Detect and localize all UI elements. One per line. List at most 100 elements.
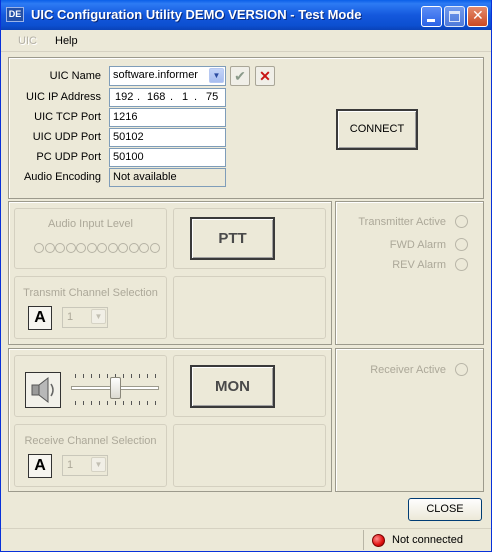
chevron-down-icon: ▼ (91, 457, 106, 472)
slider-tick (99, 401, 100, 405)
ip-address-label: UIC IP Address (26, 91, 101, 103)
ip-octet-4: 75 (206, 91, 219, 103)
uic-name-value: software.informer (113, 69, 198, 81)
confirm-button[interactable]: ✔ (230, 66, 250, 86)
level-dot (128, 243, 139, 253)
slider-tick (107, 401, 108, 405)
slider-tick (99, 374, 100, 378)
audio-input-group: Audio Input Level (14, 208, 167, 269)
menu-uic: UIC (18, 35, 37, 47)
menu-bar: UIC Help (1, 30, 491, 52)
slider-tick (75, 374, 76, 378)
audio-input-label: Audio Input Level (47, 218, 133, 230)
ip-octet-2: 168 (147, 91, 166, 103)
transmit-empty-group (173, 276, 326, 339)
minimize-icon (427, 19, 435, 22)
main-window: DE UIC Configuration Utility DEMO VERSIO… (0, 0, 492, 552)
close-window-button[interactable]: ✕ (467, 6, 488, 27)
ptt-button[interactable]: PTT (190, 217, 275, 260)
level-dot (55, 243, 65, 253)
slider-tick (91, 401, 92, 405)
udp-port-field[interactable]: 50102 (109, 128, 226, 147)
rev-alarm-label: REV Alarm (392, 259, 446, 271)
level-dot (86, 243, 97, 253)
receiver-active-indicator (455, 363, 468, 376)
slider-tick (147, 401, 148, 405)
slider-tick (83, 401, 84, 405)
clear-button[interactable]: ✕ (255, 66, 275, 86)
audio-level-meter (34, 243, 164, 255)
close-icon: ✕ (472, 8, 484, 24)
transmit-channel-group: Transmit Channel Selection A 1 ▼ (14, 276, 167, 339)
slider-tick (131, 401, 132, 405)
slider-tick (147, 374, 148, 378)
chevron-down-icon[interactable]: ▼ (209, 68, 224, 83)
transmit-panel: Audio Input Level PTT Transmit Channel S… (8, 201, 332, 345)
slider-tick (115, 401, 116, 405)
slider-tick (75, 401, 76, 405)
slider-tick (155, 401, 156, 405)
mon-button[interactable]: MON (190, 365, 275, 408)
rev-alarm-indicator (455, 258, 468, 271)
ip-octet-1: 192 (115, 91, 134, 103)
slider-tick (123, 374, 124, 378)
title-bar[interactable]: DE UIC Configuration Utility DEMO VERSIO… (1, 0, 491, 30)
status-bar: Not connected (1, 528, 491, 551)
level-dot (34, 243, 44, 253)
slider-tick (139, 374, 140, 378)
maximize-icon (449, 11, 460, 22)
slider-tick (107, 374, 108, 378)
transmit-channel-number: 1 (67, 311, 74, 323)
fwd-alarm-indicator (455, 238, 468, 251)
level-dot (76, 243, 86, 253)
receiver-status-panel: Receiver Active (335, 348, 484, 492)
audio-encoding-label: Audio Encoding (23, 171, 101, 183)
level-dot (97, 243, 107, 253)
minimize-button[interactable] (421, 6, 442, 27)
tcp-port-label: UIC TCP Port (34, 111, 101, 123)
transmitter-status-panel: Transmitter Active FWD Alarm REV Alarm (335, 201, 484, 345)
ip-octet-3: 1 (182, 91, 189, 103)
slider-tick (131, 374, 132, 378)
fwd-alarm-label: FWD Alarm (389, 239, 446, 251)
level-dot (149, 243, 160, 253)
level-dot (107, 243, 118, 253)
udp-port-label: UIC UDP Port (32, 131, 101, 143)
receive-channel-number: 1 (67, 459, 74, 471)
speaker-button[interactable] (25, 372, 61, 408)
speaker-icon (31, 376, 54, 404)
pc-udp-port-label: PC UDP Port (36, 151, 101, 163)
connection-status-led (372, 534, 385, 547)
slider-tick (155, 374, 156, 378)
slider-tick (139, 401, 140, 405)
ptt-group: PTT (173, 208, 326, 269)
transmitter-active-label: Transmitter Active (358, 216, 446, 228)
chevron-down-icon: ▼ (91, 309, 106, 324)
slider-tick (83, 374, 84, 378)
tcp-port-field[interactable]: 1216 (109, 108, 226, 127)
uic-name-combo[interactable]: software.informer ▼ (109, 66, 226, 86)
app-icon: DE (6, 7, 24, 22)
receiver-active-label: Receiver Active (370, 364, 446, 376)
receive-channel-letter: A (28, 454, 52, 478)
level-dot (65, 243, 76, 253)
transmitter-active-indicator (455, 215, 468, 228)
slider-tick (123, 401, 124, 405)
ip-address-field[interactable]: 192 . 168 . 1 . 75 (109, 88, 226, 107)
pc-udp-port-field[interactable]: 50100 (109, 148, 226, 167)
menu-help[interactable]: Help (55, 35, 78, 47)
audio-encoding-value: Not available (109, 168, 226, 187)
mon-group: MON (173, 355, 326, 417)
window-title: UIC Configuration Utility DEMO VERSION -… (31, 7, 362, 22)
level-dot (139, 243, 149, 253)
receive-panel: MON Receive Channel Selection A 1 ▼ (8, 348, 332, 492)
connection-status-text: Not connected (392, 534, 463, 546)
slider-tick (91, 374, 92, 378)
close-button[interactable]: CLOSE (408, 498, 482, 521)
level-dot (44, 243, 55, 253)
volume-slider-thumb[interactable] (110, 377, 121, 399)
transmit-channel-select: 1 ▼ (62, 307, 108, 328)
connect-button[interactable]: CONNECT (336, 109, 418, 150)
uic-name-label: UIC Name (49, 70, 101, 82)
x-icon: ✕ (259, 68, 271, 84)
